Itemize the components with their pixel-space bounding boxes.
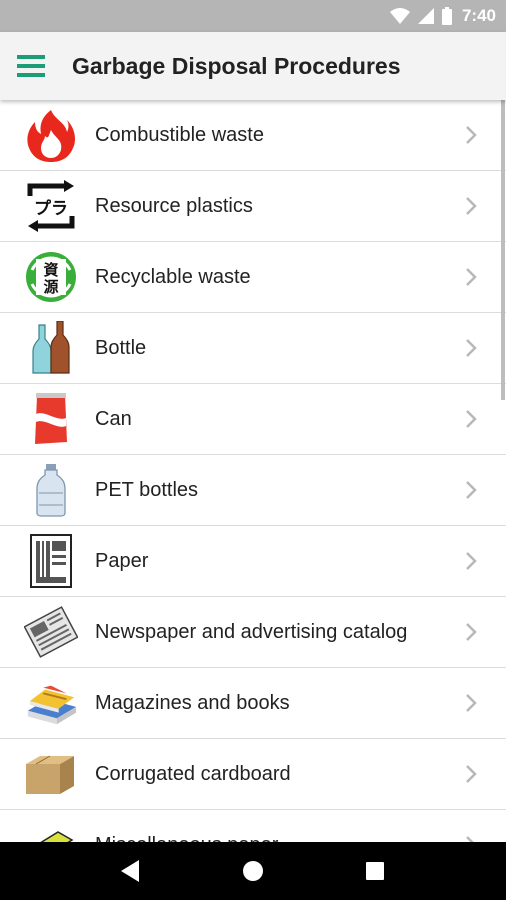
chevron-right-icon [456,551,486,571]
item-label: Resource plastics [95,194,253,217]
item-label: Recyclable waste [95,265,251,288]
battery-icon [441,7,452,25]
fire-icon [24,108,78,162]
category-list: Combustible waste プラ Resource plastics 資… [0,100,506,842]
chevron-right-icon [456,409,486,429]
recents-button[interactable] [355,851,395,891]
chevron-right-icon [456,125,486,145]
app-bar: Garbage Disposal Procedures [0,32,506,100]
chevron-right-icon [456,622,486,642]
back-button[interactable] [111,851,151,891]
item-label: Combustible waste [95,123,264,146]
can-icon [24,392,78,446]
list-item-recyclable-waste[interactable]: 資 源 Recyclable waste [0,242,506,313]
misc-paper-icon [24,818,78,842]
chevron-right-icon [456,338,486,358]
paper-icon [24,534,78,588]
list-item-newspaper[interactable]: Newspaper and advertising catalog [0,597,506,668]
svg-text:源: 源 [43,278,58,296]
chevron-right-icon [456,835,486,842]
svg-text:プラ: プラ [34,198,68,219]
svg-text:資: 資 [43,261,58,279]
magazines-icon [24,676,78,730]
item-label: Paper [95,549,149,572]
resource-recycle-icon: 資 源 [24,250,78,304]
item-label: Bottle [95,336,147,359]
scrollbar[interactable] [501,100,505,400]
item-label: Miscellaneous paper [95,834,456,843]
list-item-paper[interactable]: Paper [0,526,506,597]
list-item-can[interactable]: Can [0,384,506,455]
item-label: Can [95,407,132,430]
back-icon [121,860,139,882]
home-button[interactable] [233,851,273,891]
plastic-recycle-icon: プラ [24,179,78,233]
item-label: PET bottles [95,478,199,501]
hamburger-menu-icon [17,55,45,77]
wifi-icon [389,8,410,24]
list-item-resource-plastics[interactable]: プラ Resource plastics [0,171,506,242]
chevron-right-icon [456,480,486,500]
signal-icon [417,8,434,24]
newspaper-icon [24,605,78,659]
list-item-magazines-and-books[interactable]: Magazines and books [0,668,506,739]
status-time: 7:40 [461,6,496,25]
item-label: Newspaper and advertising catalog [95,620,408,643]
list-item-corrugated-cardboard[interactable]: Corrugated cardboard [0,739,506,810]
item-label: Corrugated cardboard [95,762,291,785]
page-title: Garbage Disposal Procedures [72,52,401,79]
chevron-right-icon [456,693,486,713]
status-bar: 7:40 [0,0,506,32]
navigation-bar [0,842,506,900]
bottles-icon [24,321,78,375]
menu-button[interactable] [16,32,46,100]
chevron-right-icon [456,267,486,287]
list-item-pet-bottles[interactable]: PET bottles [0,455,506,526]
chevron-right-icon [456,196,486,216]
home-icon [243,861,263,881]
item-label: Magazines and books [95,691,290,714]
chevron-right-icon [456,764,486,784]
list-item-miscellaneous-paper[interactable]: Miscellaneous paper [0,810,506,842]
cardboard-box-icon [24,747,78,801]
list-item-combustible-waste[interactable]: Combustible waste [0,100,506,171]
pet-bottle-icon [24,463,78,517]
recents-icon [366,862,384,880]
list-item-bottle[interactable]: Bottle [0,313,506,384]
